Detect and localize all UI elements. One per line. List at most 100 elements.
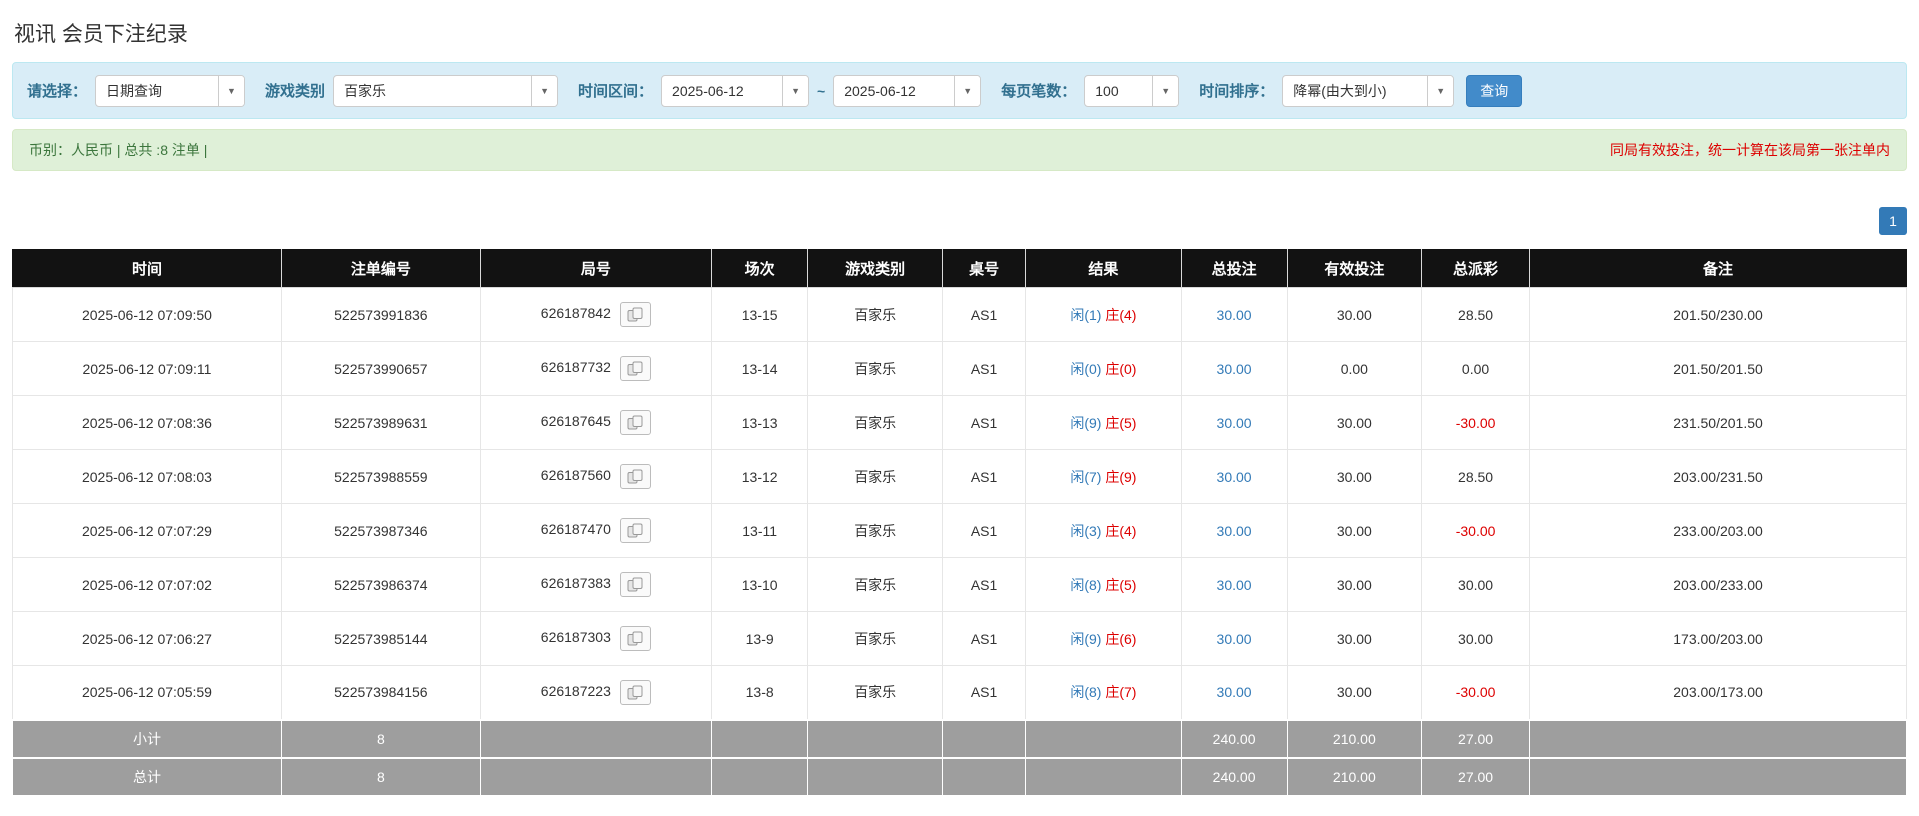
round-detail-button[interactable] — [620, 572, 651, 597]
chevron-down-icon: ▼ — [1152, 76, 1178, 106]
cards-icon — [627, 523, 644, 538]
time-sort-value: 降幂(由大到小) — [1283, 81, 1427, 101]
player-result: 闲(3) — [1070, 523, 1101, 539]
payout-cell: -30.00 — [1422, 396, 1530, 450]
game-type-cell: 百家乐 — [808, 342, 942, 396]
summary-bar: 币别：人民币 | 总共 :8 注单 | 同局有效投注，统一计算在该局第一张注单内 — [12, 129, 1907, 171]
valid-bet-cell: 30.00 — [1287, 612, 1421, 666]
footer-total-bet-cell: 240.00 — [1181, 720, 1287, 758]
bet-id-cell: 522573989631 — [281, 396, 480, 450]
total-bet-link[interactable]: 30.00 — [1217, 684, 1252, 700]
banker-result: 庄(9) — [1105, 469, 1136, 485]
pagination-page-1-button[interactable]: 1 — [1879, 207, 1907, 235]
time-sort-select[interactable]: 降幂(由大到小) ▼ — [1282, 75, 1454, 107]
time-cell: 2025-06-12 07:05:59 — [13, 666, 282, 720]
bet-records-table: 时间注单编号局号场次游戏类别桌号结果总投注有效投注总派彩备注 2025-06-1… — [12, 249, 1907, 796]
result-cell: 闲(8) 庄(5) — [1026, 558, 1181, 612]
total-bet-link[interactable]: 30.00 — [1217, 577, 1252, 593]
game-type-cell: 百家乐 — [808, 666, 942, 720]
player-result: 闲(1) — [1070, 307, 1101, 323]
cards-icon — [627, 685, 644, 700]
column-header: 总投注 — [1181, 250, 1287, 288]
footer-label-cell: 小计 — [13, 720, 282, 758]
bet-id-cell: 522573984156 — [281, 666, 480, 720]
table-no-cell: AS1 — [942, 396, 1025, 450]
remark-cell: 203.00/231.50 — [1530, 450, 1907, 504]
cards-icon — [627, 361, 644, 376]
round-detail-button[interactable] — [620, 464, 651, 489]
game-type-cell: 百家乐 — [808, 504, 942, 558]
chevron-down-icon: ▼ — [218, 76, 244, 106]
banker-result: 庄(4) — [1105, 523, 1136, 539]
query-type-select[interactable]: 日期查询 ▼ — [95, 75, 245, 107]
round-cell: 626187560 — [480, 450, 711, 504]
search-button[interactable]: 查询 — [1466, 75, 1522, 107]
page-size-label: 每页笔数： — [1001, 80, 1076, 101]
filter-bar: 请选择： 日期查询 ▼ 游戏类别 百家乐 ▼ 时间区间： 2025-06-12 … — [12, 62, 1907, 119]
table-row: 2025-06-12 07:08:03522573988559 626187560… — [13, 450, 1907, 504]
bet-id-cell: 522573986374 — [281, 558, 480, 612]
date-to-value: 2025-06-12 — [834, 83, 954, 99]
game-type-value: 百家乐 — [334, 81, 531, 101]
time-sort-label: 时间排序： — [1199, 80, 1274, 101]
payout-cell: 28.50 — [1422, 288, 1530, 342]
total-bet-link[interactable]: 30.00 — [1217, 631, 1252, 647]
payout-value: 30.00 — [1458, 577, 1493, 593]
date-to-select[interactable]: 2025-06-12 ▼ — [833, 75, 981, 107]
round-detail-button[interactable] — [620, 680, 651, 705]
cards-icon — [627, 577, 644, 592]
chevron-down-icon: ▼ — [954, 76, 980, 106]
page-size-select[interactable]: 100 ▼ — [1084, 75, 1179, 107]
subtotal-row: 小计8240.00210.0027.00 — [13, 720, 1907, 758]
round-detail-button[interactable] — [620, 518, 651, 543]
payout-cell: 28.50 — [1422, 450, 1530, 504]
player-result: 闲(9) — [1070, 631, 1101, 647]
time-cell: 2025-06-12 07:08:03 — [13, 450, 282, 504]
payout-value: -30.00 — [1456, 415, 1496, 431]
chevron-down-icon: ▼ — [782, 76, 808, 106]
date-from-select[interactable]: 2025-06-12 ▼ — [661, 75, 809, 107]
bet-table-foot: 小计8240.00210.0027.00总计8240.00210.0027.00 — [13, 720, 1907, 796]
round-cell: 626187303 — [480, 612, 711, 666]
round-detail-button[interactable] — [620, 356, 651, 381]
round-id: 626187560 — [541, 467, 611, 483]
payout-value: 28.50 — [1458, 469, 1493, 485]
table-row: 2025-06-12 07:07:29522573987346626187470… — [13, 504, 1907, 558]
total-bet-link[interactable]: 30.00 — [1217, 415, 1252, 431]
round-cell: 626187223 — [480, 666, 711, 720]
time-cell: 2025-06-12 07:09:11 — [13, 342, 282, 396]
round-cell: 626187842 — [480, 288, 711, 342]
banker-result: 庄(0) — [1105, 361, 1136, 377]
payout-cell: 30.00 — [1422, 558, 1530, 612]
time-cell: 2025-06-12 07:06:27 — [13, 612, 282, 666]
session-cell: 13-14 — [711, 342, 808, 396]
total-bet-link[interactable]: 30.00 — [1217, 307, 1252, 323]
result-cell: 闲(9) 庄(6) — [1026, 612, 1181, 666]
bet-id-cell: 522573988559 — [281, 450, 480, 504]
date-range-separator: ~ — [817, 83, 825, 99]
table-header-row: 时间注单编号局号场次游戏类别桌号结果总投注有效投注总派彩备注 — [13, 250, 1907, 288]
column-header: 总派彩 — [1422, 250, 1530, 288]
payout-value: 30.00 — [1458, 631, 1493, 647]
column-header: 有效投注 — [1287, 250, 1421, 288]
game-type-select[interactable]: 百家乐 ▼ — [333, 75, 558, 107]
player-result: 闲(7) — [1070, 469, 1101, 485]
player-result: 闲(0) — [1070, 361, 1101, 377]
session-cell: 13-12 — [711, 450, 808, 504]
round-detail-button[interactable] — [620, 626, 651, 651]
payout-value: -30.00 — [1456, 523, 1496, 539]
session-cell: 13-15 — [711, 288, 808, 342]
total-bet-cell: 30.00 — [1181, 288, 1287, 342]
round-detail-button[interactable] — [620, 410, 651, 435]
valid-bet-cell: 30.00 — [1287, 396, 1421, 450]
time-cell: 2025-06-12 07:07:29 — [13, 504, 282, 558]
column-header: 注单编号 — [281, 250, 480, 288]
game-type-cell: 百家乐 — [808, 396, 942, 450]
payout-cell: 30.00 — [1422, 612, 1530, 666]
total-bet-link[interactable]: 30.00 — [1217, 523, 1252, 539]
total-bet-link[interactable]: 30.00 — [1217, 469, 1252, 485]
game-type-cell: 百家乐 — [808, 288, 942, 342]
column-header: 游戏类别 — [808, 250, 942, 288]
total-bet-link[interactable]: 30.00 — [1217, 361, 1252, 377]
round-detail-button[interactable] — [620, 302, 651, 327]
